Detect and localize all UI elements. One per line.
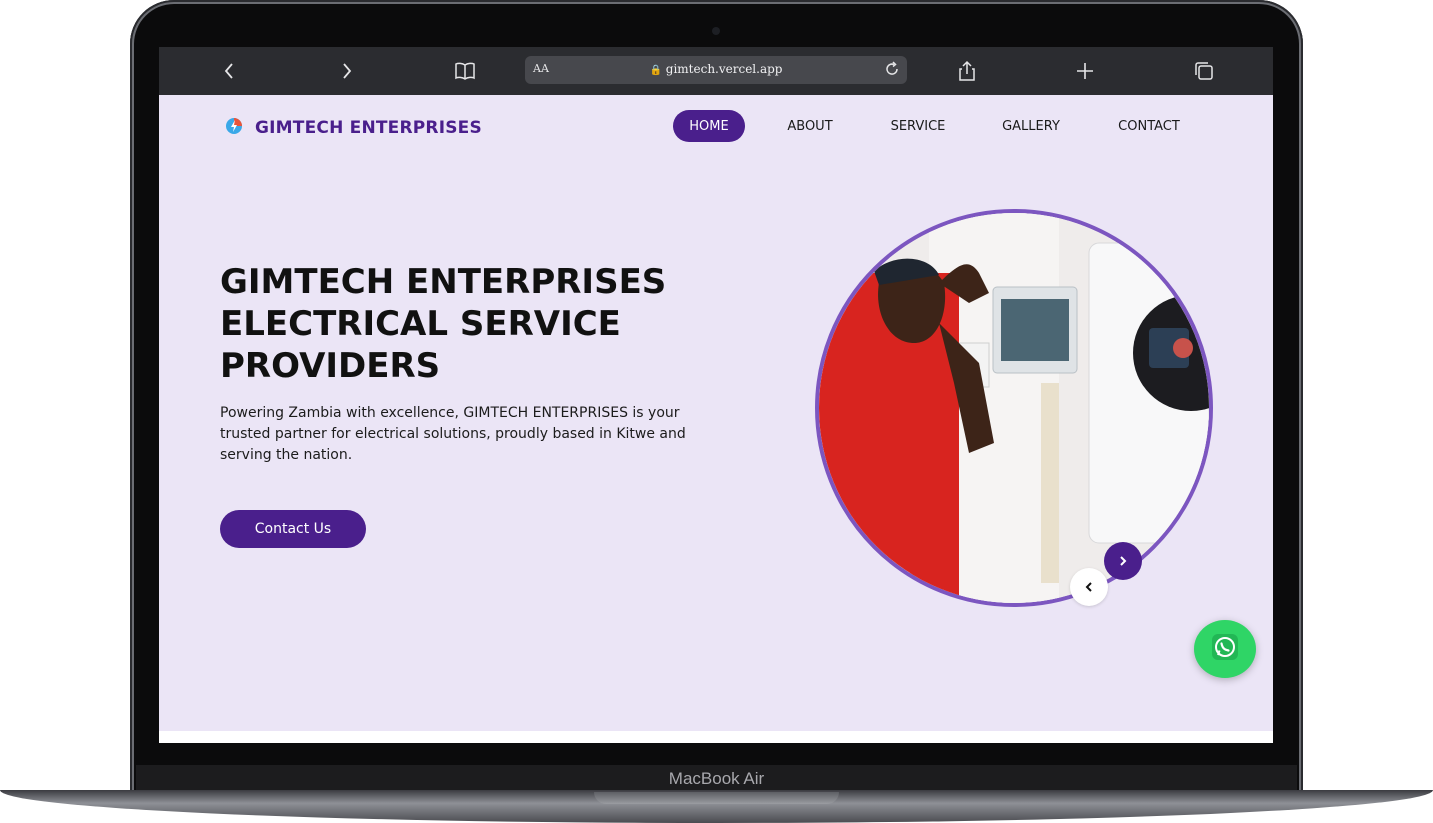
screen: AA 🔒 gimtech.vercel.app GIMTECH ENTERPRI… (159, 47, 1273, 743)
hero-title-line: GIMTECH ENTERPRISES (220, 262, 667, 302)
lock-icon: 🔒 (649, 65, 662, 76)
bookmarks-icon[interactable] (452, 59, 478, 83)
carousel-next-button[interactable] (1104, 542, 1142, 580)
url-display: 🔒 gimtech.vercel.app (525, 62, 907, 76)
brand-name: GIMTECH ENTERPRISES (255, 118, 482, 138)
hero-title: GIMTECH ENTERPRISES ELECTRICAL SERVICE P… (220, 261, 740, 387)
share-icon[interactable] (956, 59, 978, 83)
nav-gallery[interactable]: GALLERY (997, 110, 1065, 142)
whatsapp-button[interactable] (1194, 620, 1256, 678)
chevron-left-icon (1084, 578, 1094, 597)
hero-title-line: ELECTRICAL SERVICE (220, 304, 621, 344)
back-icon[interactable] (217, 59, 241, 83)
hero-image (815, 209, 1213, 607)
hero-title-line: PROVIDERS (220, 346, 441, 386)
logo-icon (225, 117, 243, 139)
browser-toolbar: AA 🔒 gimtech.vercel.app (159, 47, 1273, 95)
laptop-notch (594, 792, 839, 804)
whatsapp-icon (1210, 632, 1240, 666)
device-label: MacBook Air (668, 769, 765, 788)
web-page: GIMTECH ENTERPRISES HOME ABOUT SERVICE G… (159, 95, 1273, 731)
reload-icon[interactable] (883, 60, 901, 82)
nav-contact[interactable]: CONTACT (1111, 110, 1187, 142)
site-logo[interactable]: GIMTECH ENTERPRISES (225, 117, 482, 139)
nav-service[interactable]: SERVICE (885, 110, 951, 142)
new-tab-icon[interactable] (1074, 59, 1096, 83)
address-bar[interactable]: AA 🔒 gimtech.vercel.app (525, 56, 907, 84)
hero-description: Powering Zambia with excellence, GIMTECH… (220, 405, 686, 463)
camera (712, 27, 720, 35)
nav-about[interactable]: ABOUT (779, 110, 841, 142)
tabs-icon[interactable] (1193, 59, 1215, 83)
contact-us-button[interactable]: Contact Us (220, 510, 366, 548)
url-text: gimtech.vercel.app (665, 62, 783, 76)
nav-home[interactable]: HOME (673, 110, 745, 142)
forward-icon[interactable] (335, 59, 359, 83)
carousel-prev-button[interactable] (1070, 568, 1108, 606)
chevron-right-icon (1118, 552, 1128, 571)
